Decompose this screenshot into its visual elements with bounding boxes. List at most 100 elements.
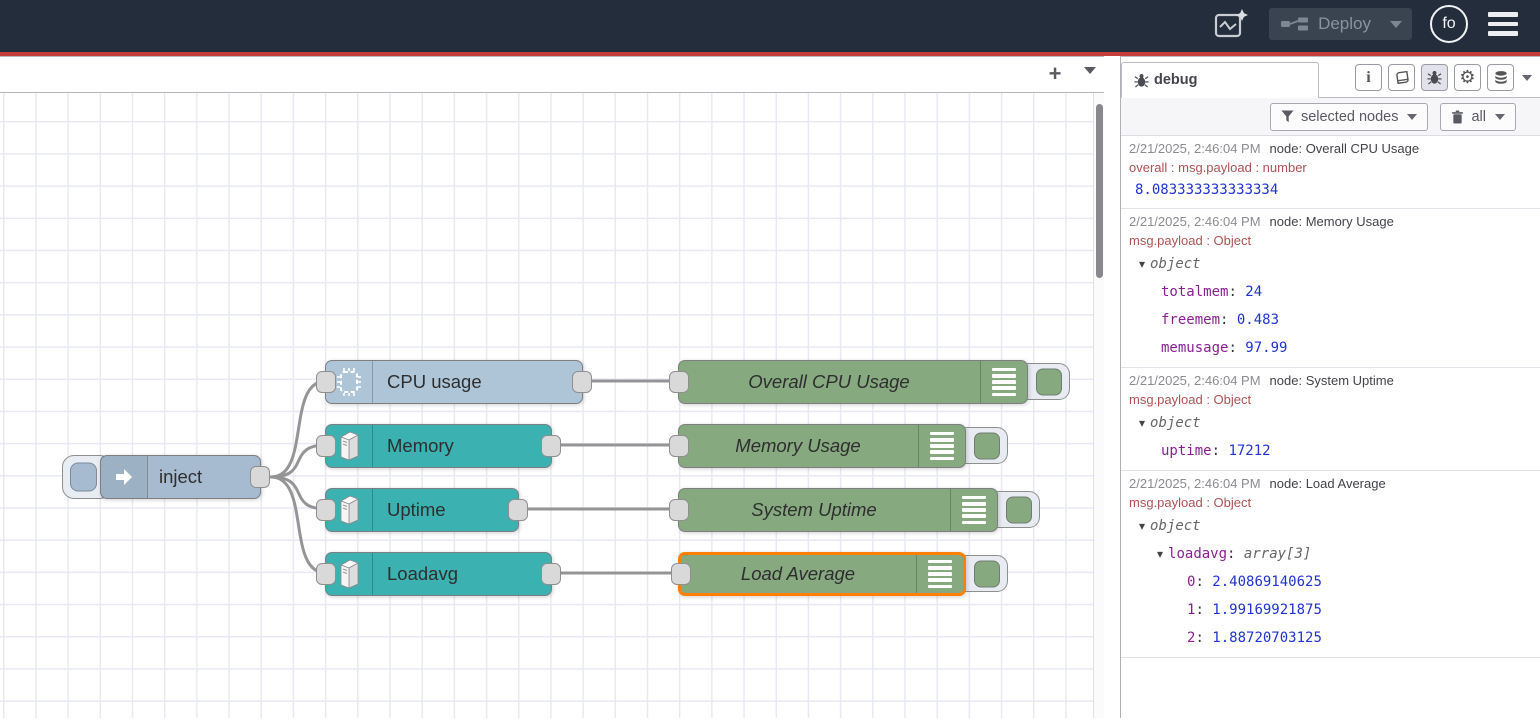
- object-entry: freemem0.483: [1129, 306, 1532, 334]
- entry-value: 1.99169921875: [1212, 602, 1322, 618]
- node-cpu-usage[interactable]: CPU usage: [325, 360, 583, 404]
- array-entry: 02.40869140625: [1129, 568, 1532, 596]
- deploy-icon: [1281, 16, 1309, 32]
- object-expander[interactable]: object: [1129, 250, 1532, 278]
- debug-sidebar-icon: [930, 432, 954, 461]
- msg-timestamp: 2/21/2025, 2:46:04 PM: [1129, 141, 1261, 156]
- wires-layer: [0, 93, 1103, 719]
- deploy-dropdown-icon[interactable]: [1390, 21, 1402, 28]
- flow-assistant-button[interactable]: [1211, 7, 1251, 41]
- node-debug-memory[interactable]: Memory Usage: [678, 424, 966, 468]
- scrollbar-thumb[interactable]: [1096, 104, 1103, 278]
- output-port[interactable]: [541, 563, 561, 585]
- output-port[interactable]: [250, 466, 270, 488]
- node-label: Memory: [387, 425, 454, 467]
- clear-button[interactable]: all: [1440, 103, 1516, 131]
- flow-list-dropdown-icon[interactable]: [1084, 67, 1096, 74]
- array-entry: 21.88720703125: [1129, 624, 1532, 652]
- tab-debug-label: debug: [1154, 72, 1198, 88]
- input-port[interactable]: [316, 563, 336, 585]
- help-tab-button[interactable]: [1388, 64, 1415, 91]
- server-icon: [337, 431, 361, 461]
- add-flow-button[interactable]: +: [1042, 61, 1068, 87]
- array-expander[interactable]: loadavgarray[3]: [1129, 540, 1532, 568]
- input-port[interactable]: [671, 563, 691, 585]
- entry-value: 1.88720703125: [1212, 630, 1322, 646]
- entry-value: 17212: [1228, 443, 1270, 459]
- context-tab-button[interactable]: [1487, 64, 1514, 91]
- debug-message[interactable]: 2/21/2025, 2:46:04 PMnode: Load Average …: [1121, 471, 1540, 658]
- node-uptime[interactable]: Uptime: [325, 488, 519, 532]
- panel-resize-handle[interactable]: [1104, 56, 1120, 718]
- debug-sidebar-icon: [928, 560, 952, 589]
- object-type-label: object: [1150, 415, 1201, 431]
- input-port[interactable]: [669, 499, 689, 521]
- msg-source-node: node: Overall CPU Usage: [1270, 141, 1420, 156]
- debug-message-list[interactable]: 2/21/2025, 2:46:04 PM node: Overall CPU U…: [1121, 136, 1540, 718]
- filter-button[interactable]: selected nodes: [1270, 103, 1429, 131]
- debug-message[interactable]: 2/21/2025, 2:46:04 PMnode: System Uptime…: [1121, 368, 1540, 471]
- entry-value: 24: [1245, 284, 1262, 300]
- tab-debug[interactable]: debug: [1121, 62, 1319, 98]
- main-menu-button[interactable]: [1486, 8, 1520, 40]
- msg-timestamp: 2/21/2025, 2:46:04 PM: [1129, 373, 1261, 388]
- input-port[interactable]: [316, 435, 336, 457]
- collapse-caret-icon[interactable]: [1139, 415, 1150, 431]
- user-avatar[interactable]: fo: [1430, 5, 1468, 43]
- deploy-button[interactable]: Deploy: [1269, 8, 1412, 40]
- server-icon: [337, 559, 361, 589]
- sidebar-menu-dropdown-icon[interactable]: [1522, 75, 1532, 81]
- entry-key: uptime: [1161, 443, 1228, 459]
- msg-timestamp: 2/21/2025, 2:46:04 PM: [1129, 476, 1261, 491]
- debug-message[interactable]: 2/21/2025, 2:46:04 PMnode: Memory Usage …: [1121, 209, 1540, 368]
- canvas-vertical-scrollbar[interactable]: [1093, 93, 1104, 718]
- input-port[interactable]: [316, 499, 336, 521]
- debug-message[interactable]: 2/21/2025, 2:46:04 PM node: Overall CPU U…: [1121, 136, 1540, 209]
- node-debug-loadavg[interactable]: Load Average: [678, 552, 966, 596]
- output-port[interactable]: [572, 371, 592, 393]
- msg-source-node: node: Memory Usage: [1270, 214, 1394, 229]
- gear-icon: ⚙: [1459, 69, 1475, 87]
- node-debug-uptime[interactable]: System Uptime: [678, 488, 998, 532]
- input-port[interactable]: [669, 371, 689, 393]
- node-memory[interactable]: Memory: [325, 424, 552, 468]
- output-port[interactable]: [508, 499, 528, 521]
- avatar-initials: fo: [1442, 15, 1455, 33]
- server-icon: [337, 495, 361, 525]
- output-port[interactable]: [541, 435, 561, 457]
- info-icon: i: [1366, 69, 1370, 87]
- node-debug-overall-cpu[interactable]: Overall CPU Usage: [678, 360, 1028, 404]
- config-tab-button[interactable]: ⚙: [1454, 64, 1481, 91]
- flow-canvas[interactable]: inject: [0, 93, 1104, 718]
- entry-key: 2: [1187, 630, 1212, 646]
- msg-property-path: msg.payload : Object: [1129, 493, 1532, 512]
- info-tab-button[interactable]: i: [1355, 64, 1382, 91]
- node-loadavg[interactable]: Loadavg: [325, 552, 552, 596]
- debug-sidebar-icon: [962, 496, 986, 525]
- entry-key: 0: [1187, 574, 1212, 590]
- collapse-caret-icon[interactable]: [1139, 256, 1150, 272]
- object-expander[interactable]: object: [1129, 512, 1532, 540]
- node-label: Memory Usage: [689, 425, 907, 467]
- object-entry: memusage97.99: [1129, 334, 1532, 362]
- input-port[interactable]: [316, 371, 336, 393]
- node-inject[interactable]: inject: [100, 455, 261, 499]
- debug-tab-button[interactable]: [1421, 64, 1448, 91]
- object-expander[interactable]: object: [1129, 409, 1532, 437]
- msg-property-path: overall : msg.payload : number: [1129, 158, 1532, 177]
- node-label: CPU usage: [387, 361, 482, 403]
- database-icon: [1493, 70, 1509, 86]
- node-label: Load Average: [691, 555, 905, 593]
- collapse-caret-icon[interactable]: [1139, 518, 1150, 534]
- node-label: System Uptime: [689, 489, 939, 531]
- object-entry: uptime17212: [1129, 437, 1532, 465]
- cpu-chip-icon: [336, 367, 362, 397]
- entry-key: memusage: [1161, 340, 1245, 356]
- node-label: Uptime: [387, 489, 446, 531]
- node-label: Overall CPU Usage: [689, 361, 969, 403]
- input-port[interactable]: [669, 435, 689, 457]
- filter-dropdown-icon: [1407, 114, 1417, 120]
- entry-value: 2.40869140625: [1212, 574, 1322, 590]
- collapse-caret-icon[interactable]: [1157, 546, 1168, 562]
- debug-toolbar: selected nodes all: [1121, 98, 1540, 136]
